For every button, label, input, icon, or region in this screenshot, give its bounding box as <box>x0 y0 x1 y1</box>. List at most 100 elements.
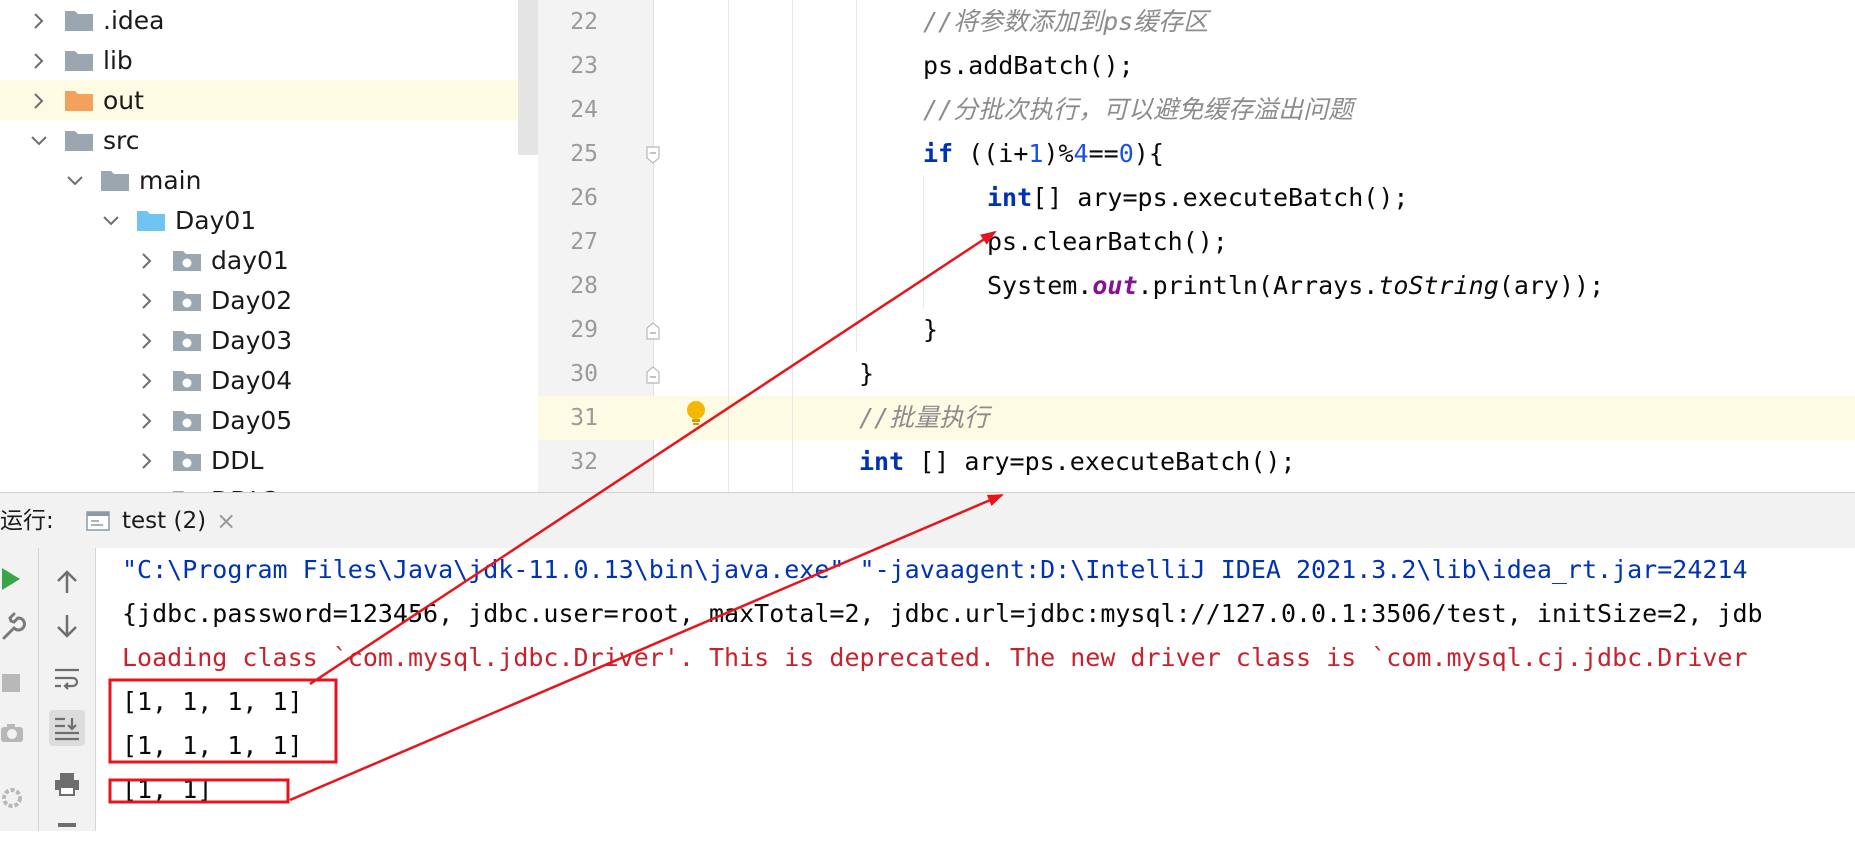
run-panel-header: 运行: test (2) × <box>0 492 1855 550</box>
code-keyword: int <box>987 183 1033 212</box>
tree-item[interactable]: Day01 <box>0 200 538 240</box>
tree-item[interactable]: DDL2 <box>0 480 538 492</box>
code-line: 32 int [] ary=ps.executeBatch(); <box>538 440 1855 484</box>
lightbulb-icon[interactable] <box>685 400 707 428</box>
down-arrow-icon[interactable] <box>49 608 85 644</box>
tree-item[interactable]: main <box>0 160 538 200</box>
code-comment: //批量执行 <box>859 403 990 432</box>
tree-item[interactable]: Day04 <box>0 360 538 400</box>
code-text: ps.clearBatch(); <box>987 227 1228 256</box>
tree-item-label: Day05 <box>211 405 293 435</box>
tree-item-label: src <box>103 125 140 155</box>
package-icon <box>172 248 202 272</box>
line-number: 29 <box>570 317 598 343</box>
tree-item[interactable]: Day02 <box>0 280 538 320</box>
chevron-right-icon[interactable] <box>136 369 158 391</box>
chevron-right-icon[interactable] <box>136 289 158 311</box>
trash-icon[interactable] <box>49 816 85 852</box>
tree-item[interactable]: Day05 <box>0 400 538 440</box>
fold-end-marker-icon[interactable] <box>645 366 661 384</box>
tree-item-label: day01 <box>211 245 289 275</box>
code-comment: //将参数添加到ps缓存区 <box>923 7 1209 36</box>
code-line: 28 System.out.println(Arrays.toString(ar… <box>538 264 1855 308</box>
line-number: 22 <box>570 9 598 35</box>
camera-icon[interactable] <box>0 718 26 748</box>
chevron-down-icon[interactable] <box>28 129 50 151</box>
chevron-right-icon[interactable] <box>136 409 158 431</box>
code-text: } <box>923 315 939 344</box>
tree-item-label: DDL <box>211 445 264 475</box>
code-statement: int[] ary=ps.executeBatch(); <box>987 176 1408 220</box>
folder-icon <box>100 168 130 192</box>
run-tab-label: test (2) <box>122 508 207 534</box>
code-statement: int [] ary=ps.executeBatch(); <box>859 440 1296 484</box>
print-icon[interactable] <box>49 766 85 802</box>
tree-item[interactable]: Day03 <box>0 320 538 360</box>
code-text: System.out.println(Arrays.toString(ary))… <box>987 271 1605 300</box>
chevron-right-icon[interactable] <box>136 449 158 471</box>
tree-item[interactable]: src <box>0 120 538 160</box>
tree-item-label: Day02 <box>211 285 293 315</box>
run-tab[interactable]: test (2) × <box>86 493 236 549</box>
code-comment: //分批次执行，可以避免缓存溢出问题 <box>923 95 1354 124</box>
chevron-down-icon[interactable] <box>100 209 122 231</box>
console-line-error: Loading class `com.mysql.jdbc.Driver'. T… <box>122 643 1748 672</box>
code-text: ps.addBatch(); <box>923 51 1134 80</box>
chevron-right-icon[interactable] <box>28 9 50 31</box>
tree-scrollbar[interactable] <box>518 0 538 155</box>
fold-end-marker-icon[interactable] <box>645 322 661 340</box>
indent-guide <box>856 0 857 352</box>
console-output[interactable]: "C:\Program Files\Java\jdk-11.0.13\bin\j… <box>96 548 1855 831</box>
tree-item[interactable]: day01 <box>0 240 538 280</box>
console-line: [1, 1, 1, 1] <box>122 687 303 716</box>
line-number: 32 <box>570 449 598 475</box>
indent-guide <box>923 176 924 308</box>
console-tab-icon <box>86 511 110 531</box>
tree-item[interactable]: lib <box>0 40 538 80</box>
chevron-right-icon[interactable] <box>28 89 50 111</box>
fold-marker-icon[interactable] <box>645 146 661 164</box>
code-text: ((i+1)%4==0){ <box>953 139 1164 168</box>
package-icon <box>172 328 202 352</box>
code-line-current: 31 //批量执行 <box>538 396 1855 440</box>
tree-item-label: lib <box>103 45 133 75</box>
tree-item[interactable]: DDL <box>0 440 538 480</box>
code-line: 25 if ((i+1)%4==0){ <box>538 132 1855 176</box>
line-number: 25 <box>570 141 598 167</box>
chevron-down-icon[interactable] <box>64 169 86 191</box>
code-line: 30 } <box>538 352 1855 396</box>
close-icon[interactable]: × <box>216 507 236 535</box>
source-folder-icon <box>136 208 166 232</box>
indent-guide <box>728 0 729 492</box>
rerun-icon[interactable] <box>0 564 26 594</box>
chevron-right-icon[interactable] <box>136 329 158 351</box>
package-icon <box>172 288 202 312</box>
line-number: 27 <box>570 229 598 255</box>
wrench-icon[interactable] <box>0 612 26 642</box>
tree-item-label: Day01 <box>175 205 257 235</box>
code-statement: if ((i+1)%4==0){ <box>923 132 1164 176</box>
line-number: 24 <box>570 97 598 123</box>
run-toolbar <box>39 548 96 831</box>
up-arrow-icon[interactable] <box>49 564 85 600</box>
code-line: 22 //将参数添加到ps缓存区 <box>538 0 1855 44</box>
code-text: [] ary=ps.executeBatch(); <box>1032 183 1409 212</box>
code-editor[interactable]: 22 //将参数添加到ps缓存区 23 ps.addBatch(); 24 //… <box>538 0 1855 492</box>
soft-wrap-icon[interactable] <box>49 660 85 696</box>
tree-item-label: out <box>103 85 144 115</box>
chevron-right-icon[interactable] <box>136 249 158 271</box>
tree-item[interactable]: .idea <box>0 0 538 40</box>
line-number: 23 <box>570 53 598 79</box>
code-line: 29 } <box>538 308 1855 352</box>
line-number: 30 <box>570 361 598 387</box>
tree-item[interactable]: out <box>0 80 538 120</box>
scroll-to-end-icon[interactable] <box>49 710 85 746</box>
run-toolbar-left <box>0 548 39 831</box>
project-tree: .idea lib out src main Day01 day01 Day02 Day03 Da… <box>0 0 538 492</box>
code-line: 27 ps.clearBatch(); <box>538 220 1855 264</box>
stop-icon[interactable] <box>0 668 26 698</box>
chevron-right-icon[interactable] <box>28 49 50 71</box>
tree-item-label: Day03 <box>211 325 293 355</box>
settings-icon[interactable] <box>0 784 26 814</box>
console-line: "C:\Program Files\Java\jdk-11.0.13\bin\j… <box>122 555 1748 584</box>
